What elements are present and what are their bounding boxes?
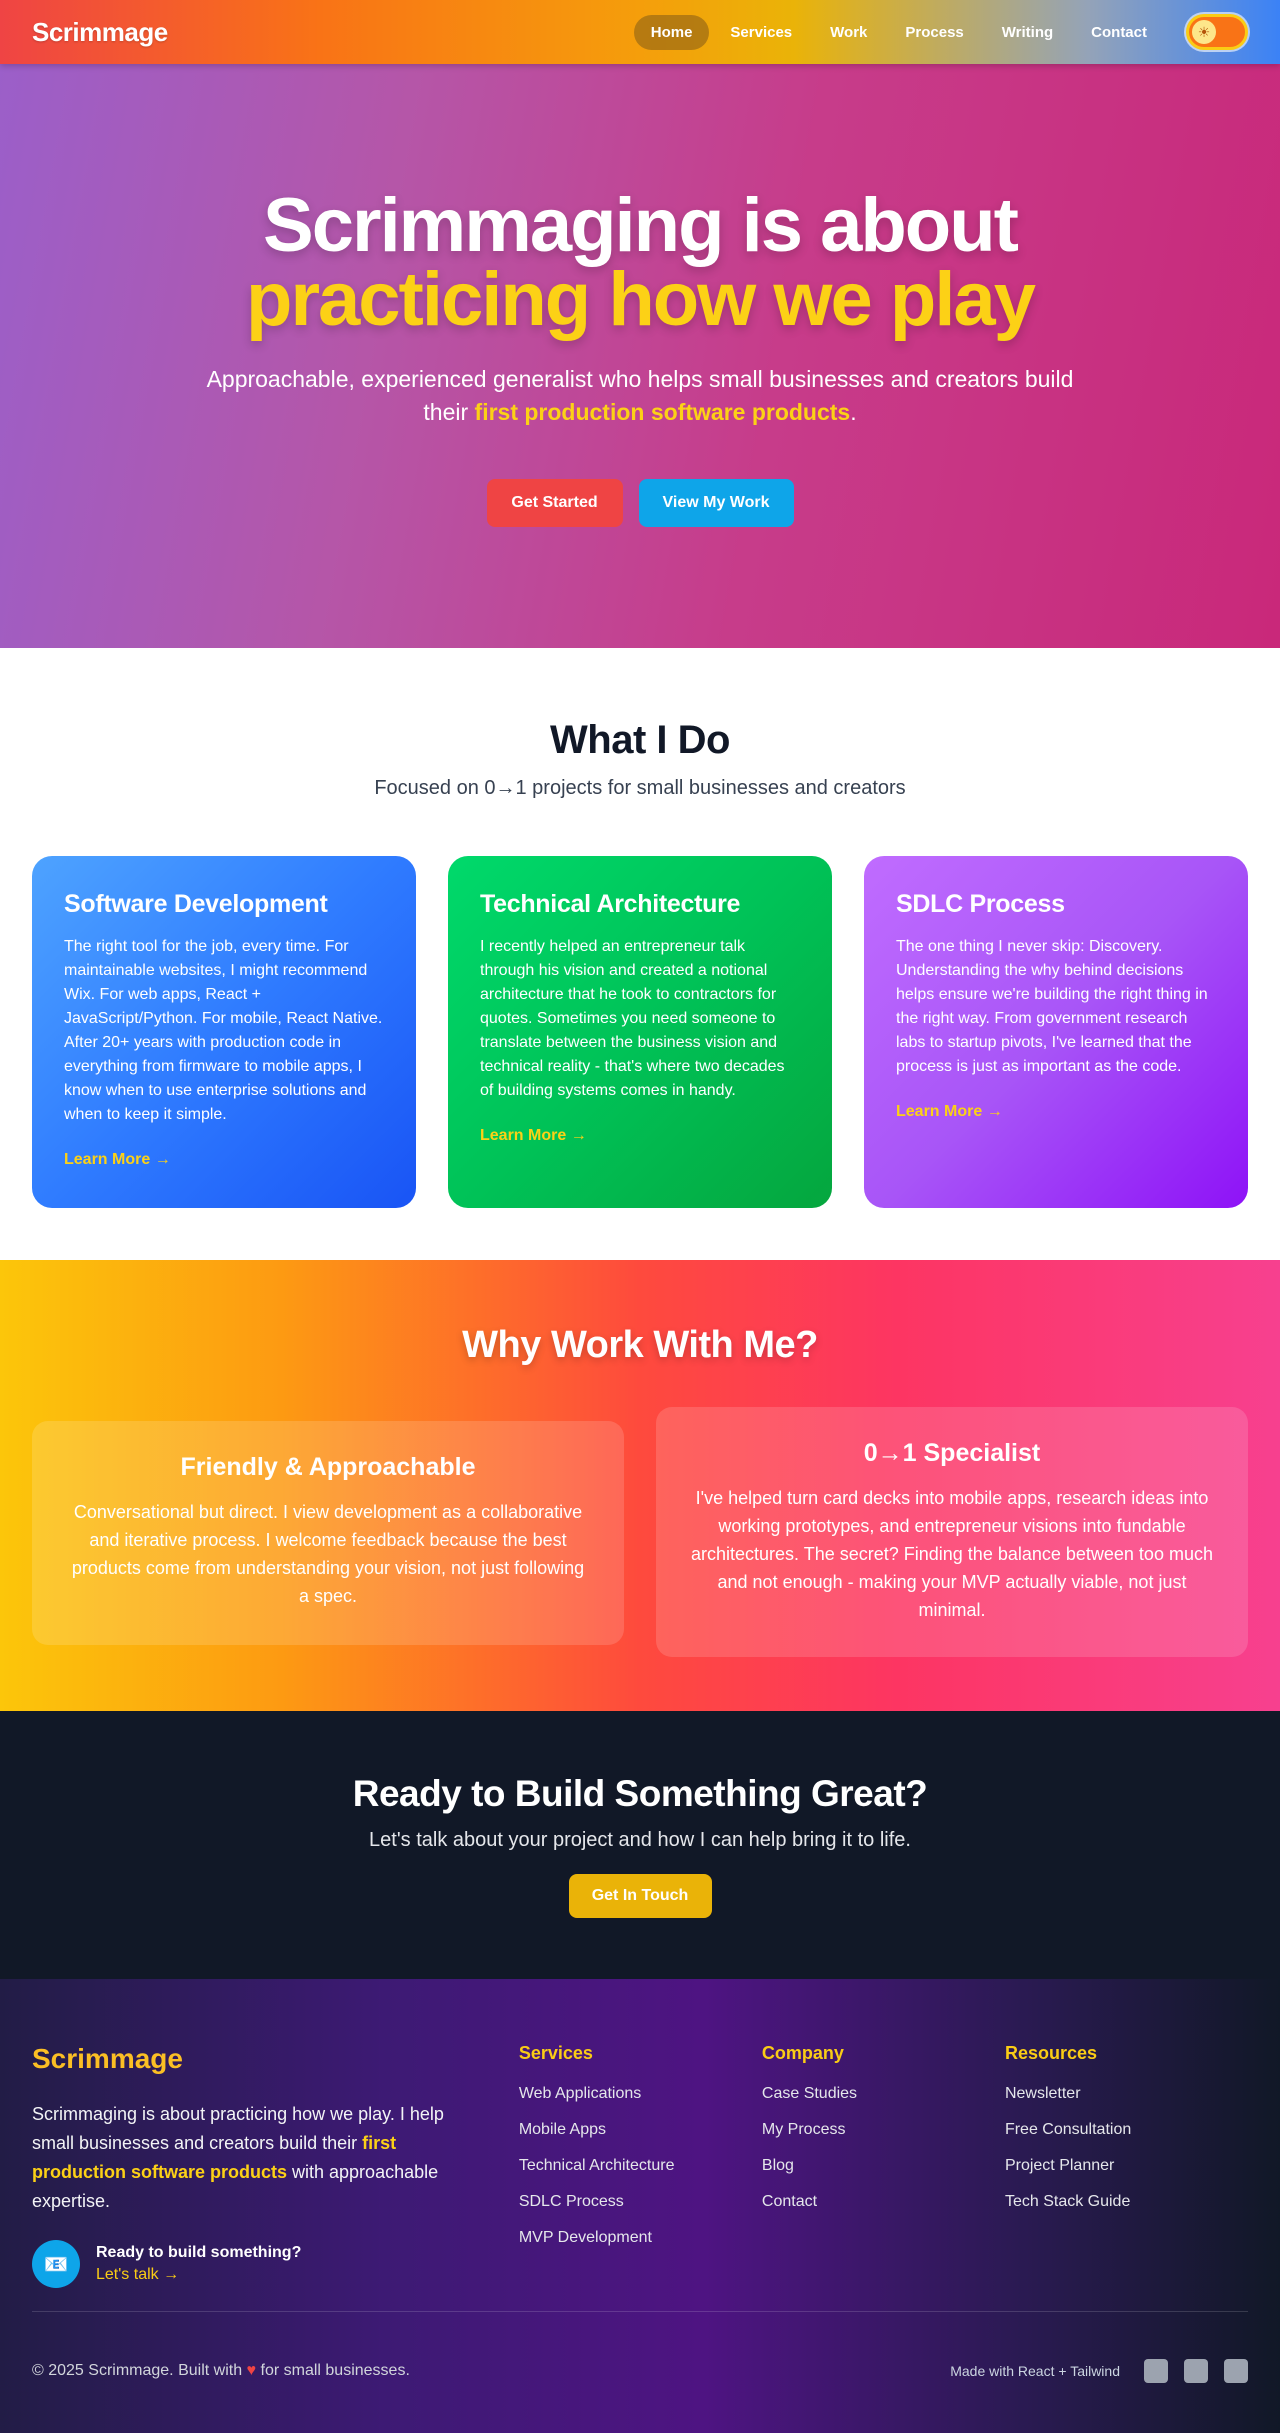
footer-list: Newsletter Free Consultation Project Pla…	[1005, 2084, 1248, 2212]
why-title: Why Work With Me?	[462, 1324, 818, 1366]
why-work-with-me-section: Why Work With Me? Friendly & Approachabl…	[0, 1260, 1280, 1711]
hero-subtitle-highlight: first production software products	[474, 399, 851, 425]
hero-title: Scrimmaging is about practicing how we p…	[246, 183, 1036, 342]
card-software-development: Software Development The right tool for …	[32, 856, 416, 1208]
what-i-do-section: What I Do Focused on 0→1 projects for sm…	[0, 648, 1280, 1260]
hero-subtitle-end: .	[850, 399, 857, 425]
footer-description: Scrimmaging is about practicing how we p…	[32, 2100, 489, 2216]
footer-link[interactable]: Web Applications	[519, 2084, 762, 2104]
footer-link[interactable]: MVP Development	[519, 2228, 762, 2248]
footer-link[interactable]: Blog	[762, 2156, 1005, 2176]
nav-link-contact[interactable]: Contact	[1074, 15, 1164, 50]
footer-col-company: Company Case Studies My Process Blog Con…	[762, 2043, 1005, 2288]
nav-link-services[interactable]: Services	[713, 15, 809, 50]
service-cards: Software Development The right tool for …	[0, 856, 1280, 1208]
card-body: I recently helped an entrepreneur talk t…	[480, 938, 785, 1099]
theme-toggle[interactable]: ☀	[1186, 14, 1248, 50]
nav-link-home[interactable]: Home	[633, 14, 710, 50]
card-body: The right tool for the job, every time. …	[64, 938, 383, 1123]
footer-link[interactable]: Technical Architecture	[519, 2156, 762, 2176]
social-links	[1144, 2359, 1248, 2383]
learn-more-link[interactable]: Learn More →	[896, 1103, 1003, 1121]
why-card-specialist: 0→1 Specialist I've helped turn card dec…	[656, 1407, 1248, 1657]
brand-logo[interactable]: Scrimmage	[32, 17, 168, 48]
hero-buttons: Get Started View My Work	[486, 479, 794, 527]
footer-col-services: Services Web Applications Mobile Apps Te…	[519, 2043, 762, 2288]
footer: Scrimmage Scrimmaging is about practicin…	[0, 1979, 1280, 2433]
why-cards: Friendly & Approachable Conversational b…	[0, 1407, 1280, 1657]
nav-link-work[interactable]: Work	[813, 15, 884, 50]
nav-link-process[interactable]: Process	[888, 15, 980, 50]
footer-col-title: Resources	[1004, 2043, 1098, 2063]
footer-link[interactable]: Case Studies	[762, 2084, 1005, 2104]
footer-list: Case Studies My Process Blog Contact	[762, 2084, 1005, 2212]
footer-top: Scrimmage Scrimmaging is about practicin…	[32, 2043, 1248, 2288]
card-sdlc-process: SDLC Process The one thing I never skip:…	[864, 856, 1248, 1208]
footer-link[interactable]: SDLC Process	[519, 2192, 762, 2212]
card-title: Software Development	[64, 890, 328, 918]
footer-col-title: Services	[518, 2043, 593, 2063]
card-body: The one thing I never skip: Discovery. U…	[896, 938, 1208, 1075]
card-title: SDLC Process	[896, 890, 1065, 918]
card-technical-architecture: Technical Architecture I recently helped…	[448, 856, 832, 1208]
cta-title: Ready to Build Something Great?	[352, 1773, 928, 1814]
cta-section: Ready to Build Something Great? Let's ta…	[0, 1711, 1280, 1979]
heart-icon: ♥	[246, 2362, 257, 2379]
email-icon: 📧	[32, 2240, 80, 2288]
footer-link[interactable]: Mobile Apps	[519, 2120, 762, 2140]
footer-link[interactable]: Newsletter	[1005, 2084, 1248, 2104]
nav-links: Home Services Work Process Writing Conta…	[633, 14, 1248, 50]
footer-link[interactable]: My Process	[762, 2120, 1005, 2140]
footer-link[interactable]: Tech Stack Guide	[1005, 2192, 1248, 2212]
sun-icon: ☀	[1192, 20, 1216, 44]
lets-talk-link[interactable]: Let's talk →	[96, 2266, 301, 2284]
footer-col-title: Company	[761, 2043, 844, 2063]
what-i-do-title: What I Do	[550, 718, 730, 762]
footer-link[interactable]: Project Planner	[1005, 2156, 1248, 2176]
card-title: Technical Architecture	[480, 890, 741, 918]
why-card-title: 0→1 Specialist	[863, 1439, 1041, 1467]
why-card-body: I've helped turn card decks into mobile …	[691, 1488, 1213, 1620]
social-icon-1[interactable]	[1144, 2359, 1168, 2383]
learn-more-link[interactable]: Learn More →	[480, 1127, 587, 1145]
social-icon-3[interactable]	[1224, 2359, 1248, 2383]
get-started-button[interactable]: Get Started	[486, 479, 623, 527]
hero-subtitle: Approachable, experienced generalist who…	[190, 363, 1090, 429]
footer-list: Web Applications Mobile Apps Technical A…	[519, 2084, 762, 2248]
made-with: Made with React + Tailwind	[950, 2363, 1120, 2379]
why-card-title: Friendly & Approachable	[180, 1453, 476, 1481]
footer-col-resources: Resources Newsletter Free Consultation P…	[1005, 2043, 1248, 2288]
nav-link-writing[interactable]: Writing	[985, 15, 1070, 50]
footer-divider	[32, 2311, 1248, 2312]
footer-link[interactable]: Contact	[762, 2192, 1005, 2212]
footer-cta-title: Ready to build something?	[96, 2244, 302, 2261]
copyright-end: for small businesses.	[256, 2362, 410, 2379]
get-in-touch-button[interactable]: Get In Touch	[568, 1874, 712, 1918]
social-icon-2[interactable]	[1184, 2359, 1208, 2383]
hero-title-line2: practicing how we play	[246, 257, 1036, 342]
hero-section: Scrimmaging is about practicing how we p…	[0, 64, 1280, 648]
view-my-work-button[interactable]: View My Work	[638, 479, 794, 527]
footer-brand[interactable]: Scrimmage	[32, 2043, 489, 2075]
copyright: © 2025 Scrimmage. Built with ♥ for small…	[32, 2362, 410, 2380]
hero-title-line1: Scrimmaging is about	[263, 183, 1019, 268]
footer-cta-text: Ready to build something? Let's talk →	[96, 2244, 301, 2284]
why-card-body: Conversational but direct. I view develo…	[71, 1502, 585, 1606]
cta-subtitle: Let's talk about your project and how I …	[369, 1829, 911, 1851]
footer-bottom: © 2025 Scrimmage. Built with ♥ for small…	[32, 2359, 1248, 2383]
learn-more-link[interactable]: Learn More →	[64, 1151, 171, 1169]
footer-about: Scrimmage Scrimmaging is about practicin…	[32, 2043, 519, 2288]
what-i-do-subtitle: Focused on 0→1 projects for small busine…	[374, 777, 906, 799]
why-card-friendly: Friendly & Approachable Conversational b…	[32, 1421, 624, 1645]
copyright-text: © 2025 Scrimmage. Built with	[32, 2362, 247, 2379]
footer-link[interactable]: Free Consultation	[1005, 2120, 1248, 2140]
footer-cta: 📧 Ready to build something? Let's talk →	[32, 2240, 489, 2288]
top-nav: Scrimmage Home Services Work Process Wri…	[0, 0, 1280, 64]
